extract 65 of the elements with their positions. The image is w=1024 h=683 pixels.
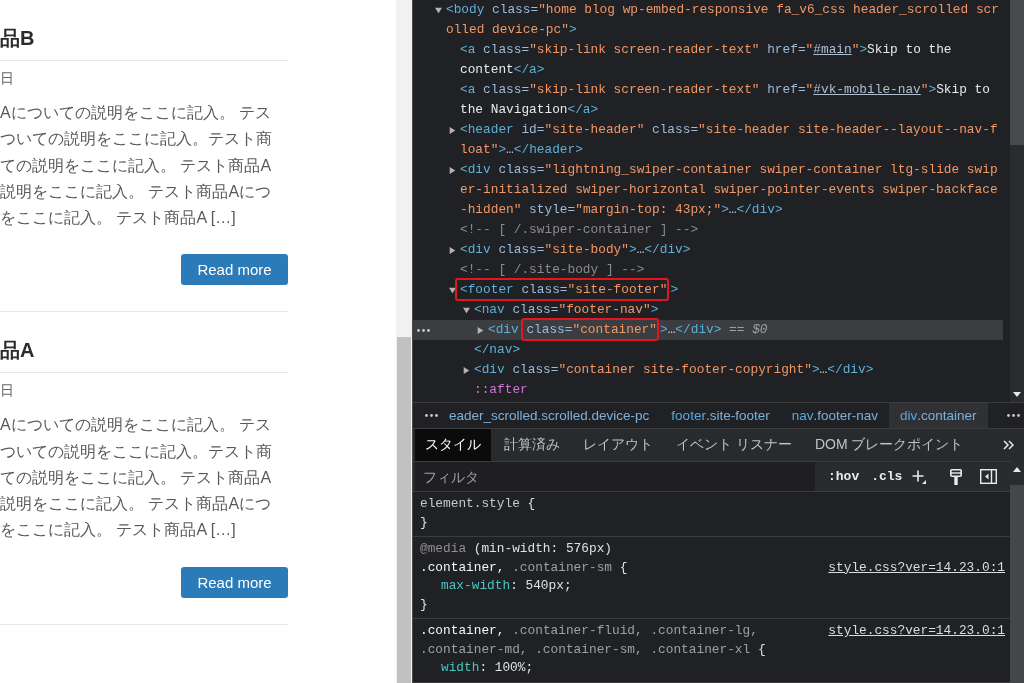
- plus-icon[interactable]: [912, 469, 927, 484]
- css-declaration[interactable]: width: 100%;: [441, 659, 534, 678]
- more-icon[interactable]: [417, 328, 430, 332]
- post-date: 日: [0, 69, 14, 88]
- dom-tree-item[interactable]: <header id="site-header" class="site-header site-header--layout--nav-float">…</header>: [413, 120, 1003, 160]
- dom-tree-item[interactable]: <!-- [ /.swiper-container ] -->: [413, 220, 1003, 240]
- dom-tree-item[interactable]: <div class="lightning_swiper-container swiper-container ltg-slide swiper-initialized swiper-horizontal swiper-pointer-events swiper-backface-hidden" style="margin-top: 43px;">…</div>: [413, 160, 1003, 220]
- chevrons-right-icon[interactable]: [1003, 440, 1014, 450]
- post-date: 日: [0, 381, 14, 401]
- sidebar-icon[interactable]: [980, 469, 998, 484]
- breadcrumb-item[interactable]: nav.footer-nav: [780, 403, 889, 428]
- caret-up-icon[interactable]: [1013, 466, 1021, 472]
- annotation-box: class="container": [521, 318, 659, 341]
- toolbar-text-button[interactable]: .cls: [865, 469, 909, 484]
- dom-tree-item[interactable]: ::after: [413, 380, 1003, 400]
- closing-brace: }: [420, 595, 428, 614]
- tab[interactable]: 計算済み: [494, 429, 570, 461]
- source-link[interactable]: style.css?ver=14.23.0:1: [828, 622, 1005, 641]
- dom-tree-item[interactable]: <div class="container site-footer-copyright">…</div>: [413, 360, 1003, 380]
- breadcrumb-item[interactable]: div.container: [889, 403, 988, 428]
- css-selector: element.style {: [420, 495, 536, 513]
- caret-down-icon[interactable]: [1013, 391, 1021, 397]
- dom-tree-item[interactable]: <nav class="footer-nav">: [413, 300, 1003, 320]
- post-excerpt: Aについての説明をここに記入。 テス ついての説明をここに記入。テスト商 ての説明をここに記入。 テスト商品A 説明をここに記入。 テスト商品Aにつ をここに記入。 テスト商品A […]: [0, 415, 272, 541]
- caret-down-icon[interactable]: [463, 306, 470, 314]
- closing-brace: }: [420, 513, 428, 532]
- tab[interactable]: DOM ブレークポイント: [804, 429, 974, 461]
- dom-tree-item[interactable]: <div class="site-body">…</div>: [413, 240, 1003, 260]
- scrollbar-thumb[interactable]: [1010, 0, 1024, 145]
- caret-right-icon[interactable]: [449, 126, 456, 134]
- caret-right-icon[interactable]: [477, 326, 484, 334]
- post-title[interactable]: 品B: [0, 26, 35, 50]
- scrollbar-thumb[interactable]: [397, 337, 411, 683]
- caret-right-icon[interactable]: [449, 246, 456, 254]
- more-icon[interactable]: [1007, 414, 1020, 417]
- css-selector: .container, .container-fluid, .container-lg, .container-md, .container-sm, .container-xl {: [420, 622, 767, 659]
- css-selector: .container, .container-sm {: [420, 558, 628, 577]
- dom-tree-item[interactable]: <footer class="site-footer" >: [413, 280, 1003, 300]
- tab[interactable]: レイアウト: [573, 429, 663, 461]
- dom-tree-item[interactable]: <body class="home blog wp-embed-responsive fa_v6_css header_scrolled scrolled device-pc">: [413, 0, 1003, 40]
- breadcrumb-item[interactable]: eader_scrolled.scrolled.device-pc: [438, 403, 661, 428]
- tab[interactable]: スタイル: [415, 429, 491, 461]
- breadcrumb-item[interactable]: footer.site-footer: [660, 403, 781, 428]
- dom-tree-item[interactable]: <!-- [ /.site-body ] -->: [413, 260, 1003, 280]
- filter-field[interactable]: フィルタ: [415, 462, 815, 491]
- annotation-box: <footer class="site-footer": [455, 278, 670, 301]
- post-excerpt: Aについての説明をここに記入。 テス ついての説明をここに記入。テスト商 ての説明をここに記入。 テスト商品A 説明をここに記入。 テスト商品Aにつ をここに記入。 テスト商品A […]: [0, 103, 272, 228]
- post-title[interactable]: 品A: [0, 338, 35, 363]
- toolbar-text-button[interactable]: :hov: [822, 469, 866, 484]
- caret-right-icon[interactable]: [449, 166, 456, 174]
- more-icon[interactable]: [425, 414, 438, 417]
- paint-brush-icon[interactable]: [950, 468, 963, 485]
- caret-down-icon[interactable]: [449, 286, 456, 294]
- dom-tree-item[interactable]: <a class="skip-link screen-reader-text" href="#vk-mobile-nav">Skip to the Navigation</a>: [413, 80, 1003, 120]
- dom-tree-item[interactable]: <a class="skip-link screen-reader-text" href="#main">Skip to the content</a>: [413, 40, 1003, 80]
- read-more-button[interactable]: Read more: [181, 566, 288, 598]
- dom-tree-item[interactable]: <div class="container" >…</div> == $0: [413, 320, 1003, 340]
- tab[interactable]: イベント リスナー: [666, 429, 802, 461]
- dom-tree-item[interactable]: </nav>: [413, 340, 1003, 360]
- caret-down-icon[interactable]: [435, 6, 442, 14]
- read-more-button[interactable]: Read more: [181, 254, 288, 286]
- media-query: @media (min-width: 576px): [420, 540, 612, 558]
- caret-right-icon[interactable]: [463, 366, 470, 374]
- source-link[interactable]: style.css?ver=14.23.0:1: [828, 558, 1005, 577]
- css-declaration[interactable]: max-width: 540px;: [441, 577, 572, 596]
